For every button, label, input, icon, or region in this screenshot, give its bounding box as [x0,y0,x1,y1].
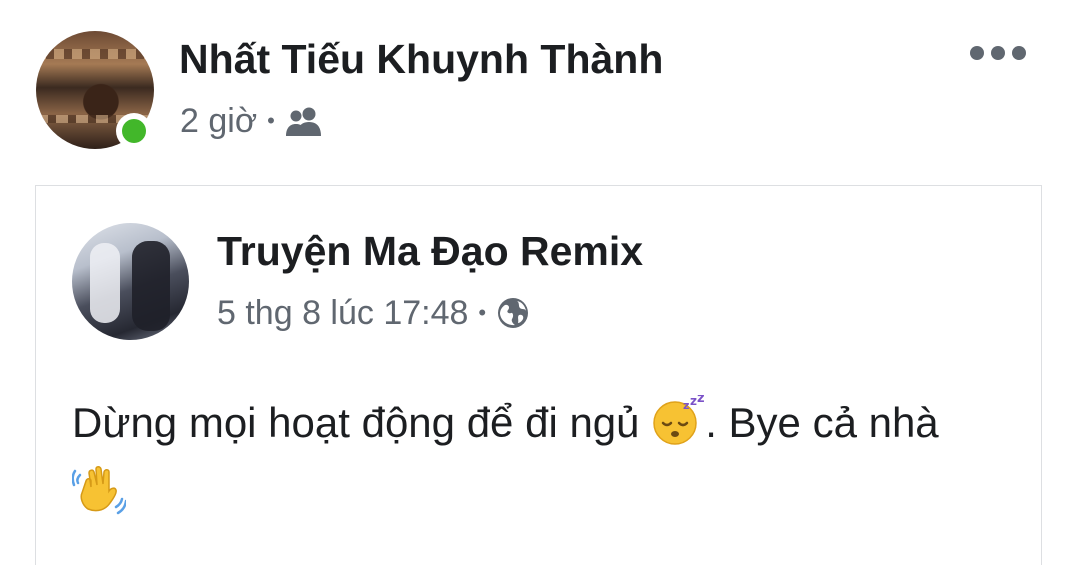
online-status-icon [116,113,152,149]
globe-icon[interactable] [496,296,530,330]
more-dot [991,46,1005,60]
page-avatar[interactable] [72,223,189,340]
svg-text:z: z [683,399,689,412]
author-name[interactable]: Nhất Tiếu Khuynh Thành [179,36,663,83]
friends-icon[interactable] [285,106,323,136]
sleeping-face-icon: z z z [651,391,705,463]
post-text-part1: Dừng mọi hoạt động để đi ngủ [72,399,652,446]
post-header: Nhất Tiếu Khuynh Thành 2 giờ • [0,0,1079,170]
more-options-button[interactable] [970,40,1026,66]
post-meta: 2 giờ • [180,100,323,142]
page-name[interactable]: Truyện Ma Đạo Remix [217,228,643,275]
post-text: Dừng mọi hoạt động để đi ngủ z z z . Bye… [71,391,1002,535]
meta-separator: • [267,108,275,133]
more-dot [970,46,984,60]
shared-post-timestamp[interactable]: 5 thg 8 lúc 17:48 [217,294,468,333]
post-text-part2: . Bye cả nhà [705,399,939,446]
shared-post-meta: 5 thg 8 lúc 17:48 • [217,292,530,334]
svg-text:z: z [690,395,697,408]
more-dot [1012,46,1026,60]
post-timestamp[interactable]: 2 giờ [180,102,257,141]
meta-separator: • [478,300,487,325]
waving-hand-icon [71,463,128,535]
shared-post-card[interactable]: Truyện Ma Đạo Remix 5 thg 8 lúc 17:48 • … [35,185,1042,565]
svg-text:z: z [697,395,705,406]
